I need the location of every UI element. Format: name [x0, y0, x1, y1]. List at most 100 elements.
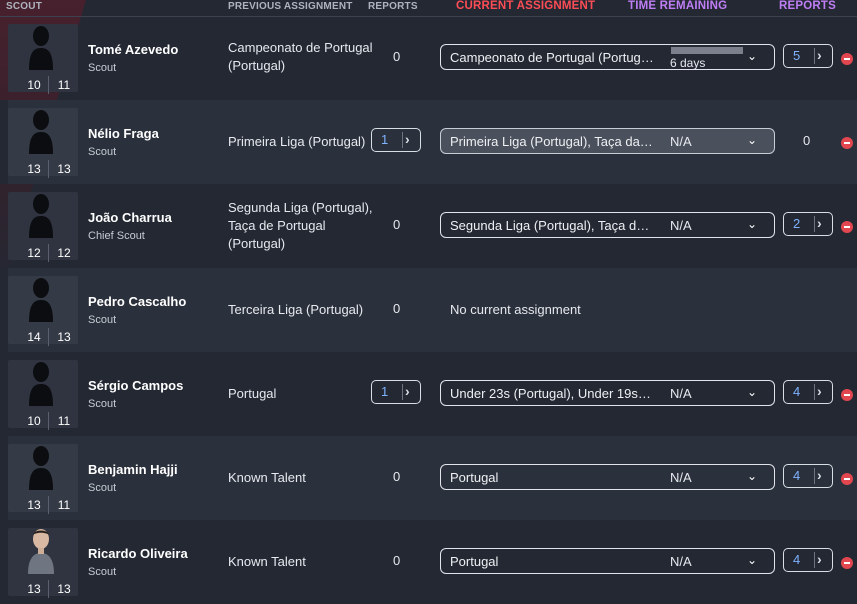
remove-icon[interactable] — [841, 221, 853, 233]
table-header: SCOUT PREVIOUS ASSIGNMENT REPORTS CURREN… — [0, 0, 857, 16]
time-remaining: 6 days — [670, 56, 706, 70]
previous-reports-button[interactable]: 1 › — [371, 380, 421, 404]
previous-reports-count: 1 — [381, 132, 389, 147]
current-assignment-text: Under 23s (Portugal), Under 19s (Portuga… — [450, 386, 654, 401]
button-separator — [814, 552, 815, 568]
previous-reports-button[interactable]: 1 › — [371, 128, 421, 152]
scout-role: Scout — [88, 62, 117, 74]
scout-role: Scout — [88, 314, 117, 326]
attribute-judging-ability: 10 — [27, 78, 41, 92]
reports-count: 2 — [793, 216, 801, 231]
current-assignment-dropdown[interactable]: Portugal N/A ⌄ — [440, 548, 775, 574]
scout-role: Scout — [88, 146, 117, 158]
table-row[interactable]: 10 11 Tomé Azevedo Scout Campeonato de P… — [0, 16, 857, 100]
scout-name[interactable]: Nélio Fraga — [88, 126, 159, 141]
current-assignment-dropdown[interactable]: Segunda Liga (Portugal), Taça de Portuga… — [440, 212, 775, 238]
table-row[interactable]: 13 13 Nélio Fraga Scout Primeira Liga (P… — [0, 100, 857, 184]
person-silhouette-icon — [26, 442, 56, 490]
chevron-right-icon: › — [817, 47, 822, 63]
attribute-judging-potential: 13 — [57, 162, 71, 176]
previous-assignment: Campeonato de Portugal (Portugal) — [228, 40, 373, 73]
reports-button[interactable]: 4 › — [783, 464, 833, 488]
time-remaining: N/A — [670, 134, 692, 149]
scout-name[interactable]: João Charrua — [88, 210, 172, 225]
previous-reports-count: 1 — [381, 384, 389, 399]
time-remaining: N/A — [670, 218, 692, 233]
remove-icon[interactable] — [841, 53, 853, 65]
table-row[interactable]: 10 11 Sérgio Campos Scout Portugal 1 › U… — [0, 352, 857, 436]
reports-button[interactable]: 4 › — [783, 548, 833, 572]
table-row[interactable]: 13 13 Ricardo Oliveira Scout Known Talen… — [0, 520, 857, 604]
attribute-divider — [48, 580, 49, 598]
button-separator — [814, 216, 815, 232]
current-reports-count: 0 — [803, 133, 811, 148]
time-remaining: N/A — [670, 386, 692, 401]
remove-icon[interactable] — [841, 557, 853, 569]
attribute-divider — [48, 244, 49, 262]
current-assignment-dropdown[interactable]: Under 23s (Portugal), Under 19s (Portuga… — [440, 380, 775, 406]
attribute-judging-ability: 10 — [27, 414, 41, 428]
scout-name[interactable]: Tomé Azevedo — [88, 42, 178, 57]
reports-button[interactable]: 5 › — [783, 44, 833, 68]
table-row[interactable]: 12 12 João Charrua Chief Scout Segunda L… — [0, 184, 857, 268]
chevron-right-icon: › — [817, 215, 822, 231]
chevron-right-icon: › — [817, 383, 822, 399]
person-silhouette-icon — [26, 22, 56, 70]
attribute-divider — [48, 496, 49, 514]
previous-reports-count: 0 — [393, 301, 401, 316]
previous-assignment: Primeira Liga (Portugal) — [228, 134, 366, 149]
attribute-judging-potential: 11 — [57, 78, 71, 92]
scout-name[interactable]: Ricardo Oliveira — [88, 546, 188, 561]
previous-assignment: Segunda Liga (Portugal), Taça de Portuga… — [228, 200, 373, 251]
header-scout[interactable]: SCOUT — [6, 1, 42, 12]
header-previous-assignment[interactable]: PREVIOUS ASSIGNMENT — [228, 1, 353, 12]
button-separator — [814, 468, 815, 484]
no-assignment-text: No current assignment — [450, 302, 581, 317]
attribute-divider — [48, 328, 49, 346]
person-silhouette-icon — [26, 358, 56, 406]
previous-assignment: Known Talent — [228, 470, 306, 485]
attribute-judging-ability: 13 — [27, 582, 41, 596]
chevron-down-icon: ⌄ — [747, 385, 758, 399]
scout-role: Scout — [88, 482, 117, 494]
header-current-reports[interactable]: REPORTS — [779, 0, 836, 12]
reports-count: 5 — [793, 48, 801, 63]
chevron-right-icon: › — [405, 131, 410, 147]
header-current-assignment[interactable]: CURRENT ASSIGNMENT — [456, 0, 595, 12]
attribute-judging-potential: 13 — [57, 330, 71, 344]
remove-icon[interactable] — [841, 473, 853, 485]
attribute-judging-ability: 13 — [27, 498, 41, 512]
attribute-divider — [48, 412, 49, 430]
time-remaining-bar — [671, 47, 743, 54]
reports-button[interactable]: 2 › — [783, 212, 833, 236]
chevron-down-icon: ⌄ — [747, 553, 758, 567]
table-row[interactable]: 14 13 Pedro Cascalho Scout Terceira Liga… — [0, 268, 857, 352]
reports-button[interactable]: 4 › — [783, 380, 833, 404]
previous-reports-count: 0 — [393, 553, 401, 568]
remove-icon[interactable] — [841, 389, 853, 401]
attribute-judging-ability: 13 — [27, 162, 41, 176]
current-assignment-text: Portugal — [450, 554, 499, 569]
current-assignment-dropdown[interactable]: Primeira Liga (Portugal), Taça da Liga (… — [440, 128, 775, 154]
remove-icon[interactable] — [841, 137, 853, 149]
previous-assignment: Portugal — [228, 386, 277, 401]
person-silhouette-icon — [26, 190, 56, 238]
scout-role: Scout — [88, 566, 117, 578]
header-reports[interactable]: REPORTS — [368, 1, 418, 12]
previous-reports-count: 0 — [393, 49, 401, 64]
button-separator — [402, 132, 403, 148]
scout-name[interactable]: Sérgio Campos — [88, 378, 183, 393]
attribute-judging-ability: 14 — [27, 330, 41, 344]
previous-assignment: Terceira Liga (Portugal) — [228, 302, 364, 317]
button-separator — [814, 384, 815, 400]
scout-table: 10 11 Tomé Azevedo Scout Campeonato de P… — [0, 16, 857, 604]
current-assignment-text: Campeonato de Portugal (Portugal) — [450, 50, 654, 65]
attribute-judging-potential: 11 — [57, 414, 71, 428]
current-assignment-dropdown[interactable]: Campeonato de Portugal (Portugal) 6 days… — [440, 44, 775, 70]
scout-name[interactable]: Benjamin Hajji — [88, 462, 178, 477]
current-assignment-text: Portugal — [450, 470, 499, 485]
table-row[interactable]: 13 11 Benjamin Hajji Scout Known Talent … — [0, 436, 857, 520]
scout-name[interactable]: Pedro Cascalho — [88, 294, 186, 309]
header-time-remaining[interactable]: TIME REMAINING — [628, 0, 727, 12]
current-assignment-dropdown[interactable]: Portugal N/A ⌄ — [440, 464, 775, 490]
